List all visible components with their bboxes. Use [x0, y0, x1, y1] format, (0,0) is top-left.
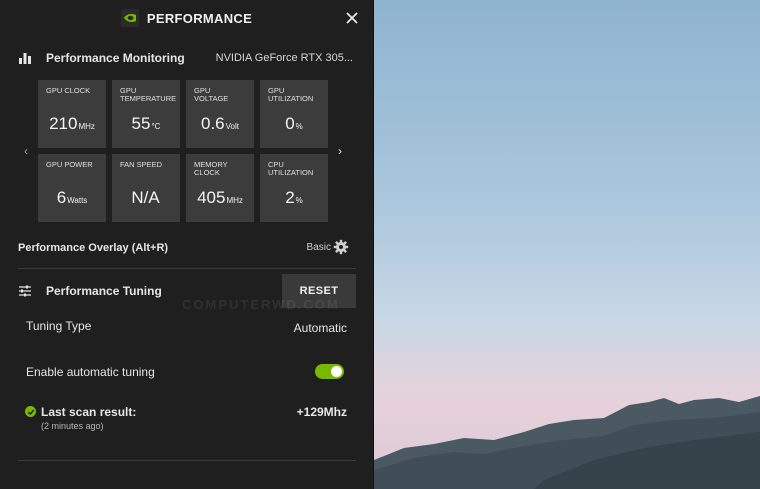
overlay-settings-button[interactable]	[333, 239, 349, 255]
metric-value: 6	[56, 188, 67, 207]
divider	[18, 268, 356, 269]
metric-value: 2	[285, 188, 295, 207]
nvidia-logo-icon	[120, 9, 139, 27]
performance-overlay-label: Performance Overlay (Alt+R)	[18, 242, 169, 254]
metric-tile-gpu-clock[interactable]: GPU CLOCK 210MHz	[38, 80, 106, 148]
last-scan-label: Last scan result:	[41, 405, 137, 419]
metric-tile-fan-speed[interactable]: FAN SPEED N/A	[112, 154, 180, 222]
metric-label: GPU POWER	[46, 160, 93, 169]
bar-chart-icon	[19, 53, 31, 64]
performance-tuning-label: Performance Tuning	[46, 284, 162, 298]
toggle-knob	[331, 366, 342, 377]
close-icon	[346, 12, 358, 24]
automatic-tuning-toggle[interactable]	[315, 364, 344, 379]
close-button[interactable]	[343, 9, 361, 27]
metric-label: FAN SPEED	[120, 160, 163, 169]
metric-value: 55	[131, 114, 151, 133]
previous-page-chevron-icon[interactable]: ‹	[24, 144, 28, 158]
metric-tile-memory-clock[interactable]: MEMORY CLOCK 405MHz	[186, 154, 254, 222]
last-scan-value: +129Mhz	[296, 405, 347, 419]
metric-tile-gpu-voltage[interactable]: GPU VOLTAGE 0.6Volt	[186, 80, 254, 148]
metric-unit: MHz	[226, 196, 243, 205]
metric-tile-gpu-utilization[interactable]: GPU UTILIZATION 0%	[260, 80, 328, 148]
metric-value: N/A	[131, 188, 160, 207]
metric-unit: %	[295, 196, 303, 205]
divider	[18, 460, 356, 461]
metric-unit: °C	[151, 122, 161, 131]
metric-unit: Watts	[67, 196, 88, 205]
metric-tile-cpu-utilization[interactable]: CPU UTILIZATION 2%	[260, 154, 328, 222]
metric-label: CPU UTILIZATION	[268, 160, 314, 177]
gear-icon	[333, 239, 349, 255]
performance-panel: PERFORMANCE Performance Monitoring NVIDI…	[0, 0, 374, 489]
tuning-type-value[interactable]: Automatic	[294, 321, 347, 335]
metric-tile-gpu-temperature[interactable]: GPU TEMPERATURE 55°C	[112, 80, 180, 148]
performance-monitoring-label: Performance Monitoring	[46, 51, 185, 65]
last-scan-time: (2 minutes ago)	[41, 421, 104, 431]
metric-value: 0.6	[201, 114, 225, 133]
title-bar: PERFORMANCE	[0, 0, 373, 36]
enable-automatic-tuning-label: Enable automatic tuning	[26, 365, 155, 379]
metric-unit: MHz	[78, 122, 95, 131]
tuning-type-label: Tuning Type	[26, 319, 92, 333]
metric-value: 210	[49, 114, 78, 133]
desktop-wallpaper	[374, 0, 760, 489]
overlay-mode-value: Basic	[306, 242, 331, 253]
metric-label: MEMORY CLOCK	[194, 160, 228, 177]
panel-title: PERFORMANCE	[146, 10, 253, 26]
metric-label: GPU VOLTAGE	[194, 86, 229, 103]
watermark: COMPUTERWD.COM	[182, 297, 340, 312]
metric-label: GPU CLOCK	[46, 86, 91, 95]
check-circle-icon	[25, 406, 36, 417]
sliders-icon	[19, 285, 31, 297]
metric-tiles: GPU CLOCK 210MHz GPU TEMPERATURE 55°C GP…	[38, 80, 334, 222]
mountain-landscape	[374, 396, 760, 489]
next-page-chevron-icon[interactable]: ›	[338, 144, 342, 158]
metric-value: 0	[285, 114, 295, 133]
performance-tuning-header: Performance Tuning	[18, 282, 162, 300]
metric-unit: Volt	[225, 122, 239, 131]
metric-value: 405	[197, 188, 226, 207]
metric-unit: %	[295, 122, 303, 131]
metric-tile-gpu-power[interactable]: GPU POWER 6Watts	[38, 154, 106, 222]
gpu-name: NVIDIA GeForce RTX 305...	[215, 52, 353, 64]
metric-label: GPU UTILIZATION	[268, 86, 314, 103]
metric-label: GPU TEMPERATURE	[120, 86, 177, 103]
